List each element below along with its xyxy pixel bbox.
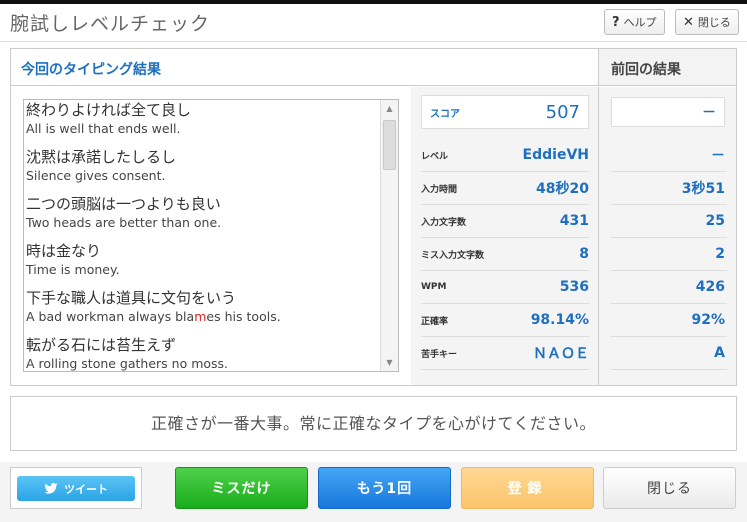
sentence-item: 終わりよければ全て良し All is well that ends well. [26, 100, 378, 137]
previous-wpm-value: 426 [695, 279, 725, 295]
scroll-down-arrow-icon[interactable]: ▼ [381, 354, 398, 371]
previous-score-value: － [702, 105, 716, 121]
help-button[interactable]: ? ヘルプ [604, 9, 665, 35]
wpm-value: 536 [559, 279, 589, 295]
current-results-title: 今回のタイピング結果 [11, 49, 599, 86]
input-time-label: 入力時間 [421, 184, 458, 195]
header-bar: 腕試しレベルチェック ? ヘルプ ✕ 閉じる [0, 4, 747, 42]
sentence-jp: 沈黙は承諾したしるし [26, 148, 177, 166]
action-bar: ツイート ミスだけ もう1回 登録 閉じる [0, 462, 747, 522]
input-time-value: 48秒20 [536, 181, 589, 197]
misses-label: ミス入力文字数 [421, 250, 485, 261]
scrollbar-thumb[interactable] [383, 120, 396, 170]
previous-input-time-value: 3秒51 [681, 181, 725, 197]
typed-sentences-box[interactable]: 終わりよければ全て良し All is well that ends well. … [23, 99, 399, 372]
previous-stats: － － 3秒51 25 2 426 92% A [599, 87, 736, 385]
stat-row-weak-keys: 苦手キー ＮＡＯＥ [421, 337, 589, 370]
sentence-item: 転がる石には苔生えず A rolling stone gathers no mo… [26, 335, 378, 371]
tweet-box: ツイート [10, 467, 142, 509]
sentence-item: 沈黙は承諾したしるし Silence gives consent. [26, 147, 378, 184]
sentence-jp: 二つの頭脳は一つよりも良い [26, 195, 221, 213]
accuracy-label: 正確率 [421, 316, 449, 327]
advice-message: 正確さが一番大事。常に正確なタイプを心がけてください。 [10, 396, 737, 451]
vertical-scrollbar[interactable]: ▲ ▼ [380, 100, 398, 371]
stat-row-misses: ミス入力文字数 8 [421, 238, 589, 271]
sentence-en: All is well that ends well. [26, 121, 181, 136]
register-button[interactable]: 登録 [461, 467, 594, 509]
sentence-item: 二つの頭脳は一つよりも良い Two heads are better than … [26, 194, 378, 231]
level-value: EddieVH [522, 147, 589, 163]
previous-chars-value: 25 [705, 213, 725, 229]
previous-chars: 25 [611, 205, 727, 238]
stat-row-level: レベル EddieVH [421, 139, 589, 172]
wpm-label: WPM [421, 282, 447, 292]
previous-level: － [611, 139, 727, 172]
stat-row-wpm: WPM 536 [421, 271, 589, 304]
miss-only-button[interactable]: ミスだけ [175, 467, 308, 509]
twitter-bird-icon [44, 483, 58, 494]
chars-label: 入力文字数 [421, 217, 467, 228]
header-close-label: 閉じる [697, 16, 731, 29]
previous-misses: 2 [611, 238, 727, 271]
sentence-item: 下手な職人は道具に文句をいう A bad workman always blam… [26, 288, 378, 325]
weak-keys-value: ＮＡＯＥ [533, 346, 589, 362]
tweet-button[interactable]: ツイート [17, 476, 135, 501]
help-label: ヘルプ [623, 16, 657, 29]
scroll-up-arrow-icon[interactable]: ▲ [381, 100, 398, 117]
results-panel: 今回のタイピング結果 前回の結果 終わりよければ全て良し All is well… [10, 48, 737, 386]
score-value: 507 [545, 101, 580, 123]
sentence-en-with-misses: A bad workman always blames his tools. [26, 309, 281, 324]
previous-level-value: － [711, 148, 725, 164]
previous-accuracy-value: 92% [691, 312, 725, 328]
sentence-en: Silence gives consent. [26, 168, 166, 183]
level-label: レベル [421, 151, 449, 162]
previous-weak-keys-value: A [714, 345, 725, 361]
stat-row-chars: 入力文字数 431 [421, 205, 589, 238]
sentence-jp: 終わりよければ全て良し [26, 101, 192, 119]
weak-keys-label: 苦手キー [421, 349, 458, 360]
previous-misses-value: 2 [715, 246, 725, 262]
close-icon: ✕ [683, 14, 694, 30]
close-button[interactable]: 閉じる [603, 467, 736, 509]
accuracy-value: 98.14% [530, 312, 589, 328]
previous-accuracy: 92% [611, 304, 727, 337]
score-label: スコア [430, 108, 460, 120]
sentence-en: Two heads are better than one. [26, 215, 222, 230]
stat-row-input-time: 入力時間 48秒20 [421, 172, 589, 205]
miss-char: m [194, 309, 207, 324]
question-icon: ? [612, 14, 620, 30]
sentence-item: 時は金なり Time is money. [26, 241, 378, 278]
sentence-jp: 時は金なり [26, 242, 102, 260]
previous-results-title: 前回の結果 [599, 49, 736, 86]
sentence-list: 終わりよければ全て良し All is well that ends well. … [26, 100, 378, 371]
retry-button[interactable]: もう1回 [318, 467, 451, 509]
sentence-jp: 下手な職人は道具に文句をいう [26, 289, 237, 307]
current-stats: スコア 507 レベル EddieVH 入力時間 48秒20 入力文字数 431… [411, 87, 599, 385]
previous-input-time: 3秒51 [611, 172, 727, 205]
chars-value: 431 [559, 213, 589, 229]
sentence-en: Time is money. [26, 262, 120, 277]
previous-wpm: 426 [611, 271, 727, 304]
misses-value: 8 [579, 246, 589, 262]
previous-weak-keys: A [611, 337, 727, 370]
header-close-button[interactable]: ✕ 閉じる [675, 9, 739, 35]
sentence-jp: 転がる石には苔生えず [26, 336, 177, 354]
sentence-en: A rolling stone gathers no moss. [26, 356, 229, 371]
stat-row-accuracy: 正確率 98.14% [421, 304, 589, 337]
page-title: 腕試しレベルチェック [10, 13, 211, 35]
score-box: スコア 507 [421, 95, 589, 129]
tweet-label: ツイート [64, 482, 108, 496]
previous-score-box: － [611, 97, 725, 127]
